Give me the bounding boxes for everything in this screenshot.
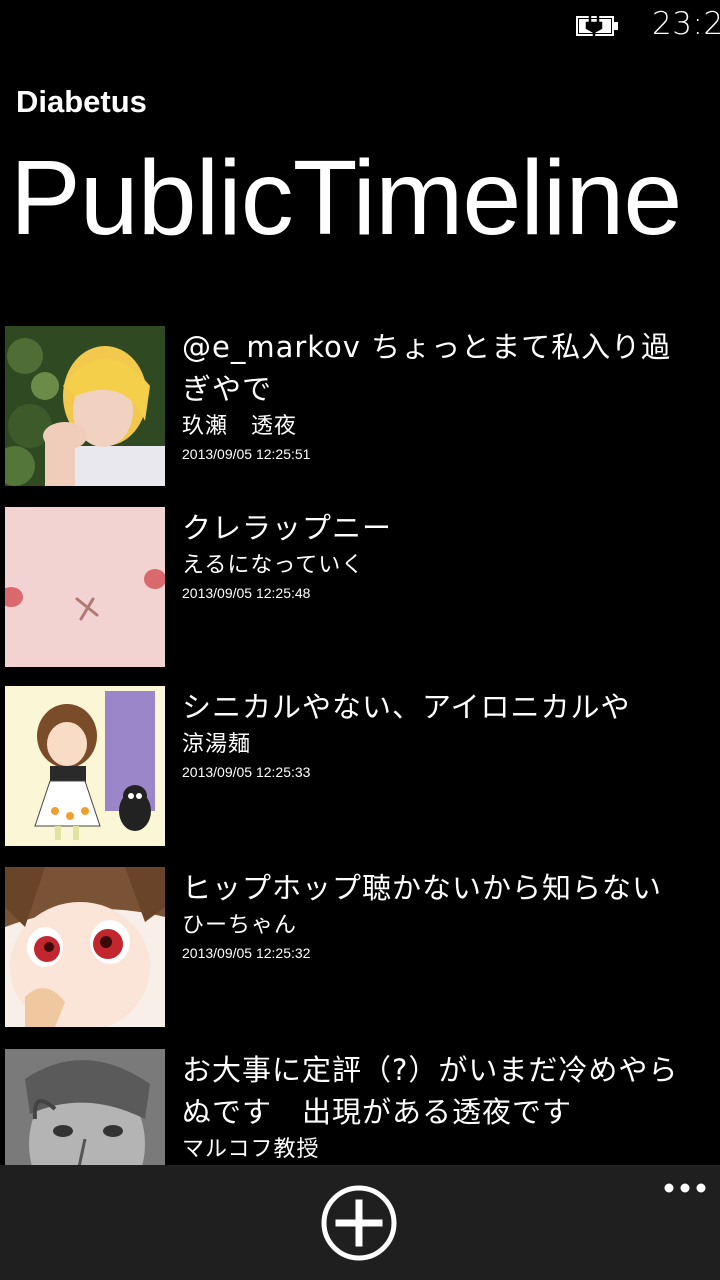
maid-girl-with-cat-avatar[interactable] xyxy=(5,686,165,846)
markov-portrait-avatar[interactable] xyxy=(5,1049,165,1165)
page-title: PublicTimeline xyxy=(10,139,682,257)
status-clock: 23:26 xyxy=(652,6,720,42)
add-circle-icon xyxy=(321,1185,397,1261)
more-options-button[interactable] xyxy=(660,1179,710,1199)
tweet-text: シニカルやない、アイロニカルや xyxy=(182,690,631,724)
anime-girl-avatar[interactable] xyxy=(5,867,165,1027)
tweet-timestamp: 2013/09/05 12:25:51 xyxy=(182,446,311,462)
pink-bunny-face-avatar[interactable] xyxy=(5,507,165,667)
tweet-user-name[interactable]: 玖瀬 透夜 xyxy=(182,412,682,442)
tweet-user-name[interactable]: えるになっていく xyxy=(182,551,682,581)
timeline-item[interactable]: クレラップニー えるになっていく 2013/09/05 12:25:48 xyxy=(0,501,720,671)
timeline-list[interactable]: @e_markov ちょっとまて私入り過ぎやで 玖瀬 透夜 2013/09/05… xyxy=(0,320,720,1165)
status-bar: 23:26 xyxy=(0,0,720,52)
timeline-item[interactable]: @e_markov ちょっとまて私入り過ぎやで 玖瀬 透夜 2013/09/05… xyxy=(0,320,720,490)
tweet-timestamp: 2013/09/05 12:25:48 xyxy=(182,585,311,601)
application-bar xyxy=(0,1165,720,1280)
timeline-item[interactable]: お大事に定評（?）がいまだ冷めやらぬです 出現がある透夜です マルコフ教授 xyxy=(0,1043,720,1165)
tweet-user-name[interactable]: 涼湯麺 xyxy=(182,730,682,760)
tweet-text: クレラップニー xyxy=(182,511,393,545)
tweet-timestamp: 2013/09/05 12:25:32 xyxy=(182,945,311,961)
timeline-item[interactable]: ヒップホップ聴かないから知らない ひーちゃん 2013/09/05 12:25:… xyxy=(0,861,720,1031)
more-dots-icon xyxy=(664,1183,706,1193)
tweet-timestamp: 2013/09/05 12:25:33 xyxy=(182,764,311,780)
add-button[interactable] xyxy=(321,1185,397,1261)
blonde-cosplay-avatar[interactable] xyxy=(5,326,165,486)
timeline-item[interactable]: シニカルやない、アイロニカルや 涼湯麺 2013/09/05 12:25:33 xyxy=(0,680,720,850)
tweet-text: お大事に定評（?）がいまだ冷めやらぬです 出現がある透夜です xyxy=(182,1053,679,1129)
tweet-user-name[interactable]: マルコフ教授 xyxy=(182,1135,682,1165)
app-title: Diabetus xyxy=(16,84,147,119)
tweet-text: @e_markov ちょっとまて私入り過ぎやで xyxy=(182,330,672,406)
battery-charging-icon xyxy=(576,14,620,38)
tweet-user-name[interactable]: ひーちゃん xyxy=(182,911,682,941)
tweet-text: ヒップホップ聴かないから知らない xyxy=(182,871,663,905)
